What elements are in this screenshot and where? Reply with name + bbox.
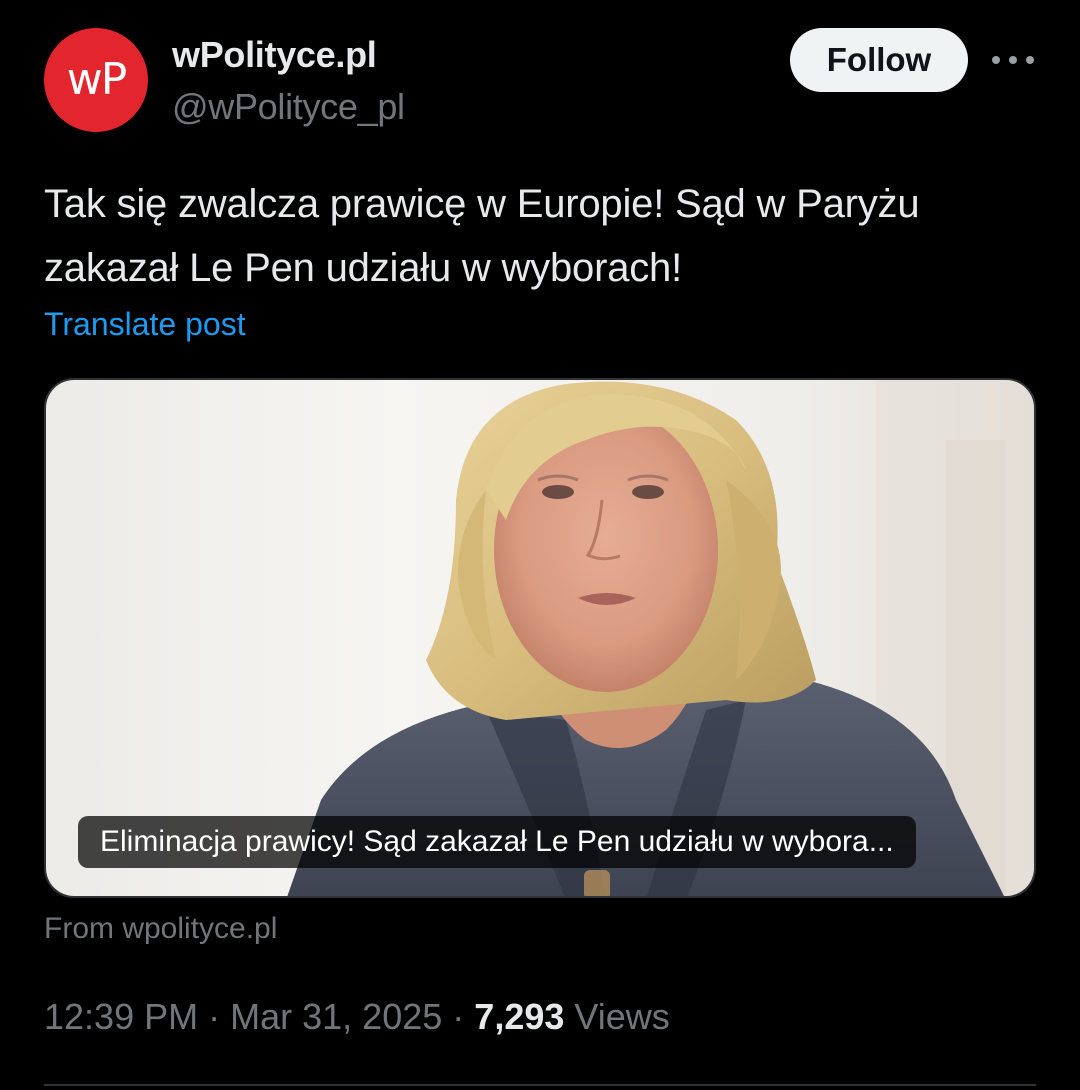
dot	[1009, 56, 1017, 64]
post-time[interactable]: 12:39 PM	[44, 996, 198, 1037]
avatar[interactable]: wP	[44, 28, 148, 132]
author-handle[interactable]: @wPolityce_pl	[172, 86, 405, 128]
post-text: Tak się zwalcza prawicę w Europie! Sąd w…	[44, 182, 920, 290]
follow-button[interactable]: Follow	[790, 28, 968, 92]
post: wP wPolityce.pl @wPolityce_pl Follow Tak…	[0, 0, 1080, 1090]
link-card[interactable]: Eliminacja prawicy! Sąd zakazał Le Pen u…	[44, 378, 1036, 898]
dot	[1026, 56, 1034, 64]
link-card-caption: Eliminacja prawicy! Sąd zakazał Le Pen u…	[78, 816, 916, 868]
link-card-source[interactable]: From wpolityce.pl	[44, 912, 277, 946]
meta-separator: ·	[208, 996, 221, 1037]
views-label: Views	[574, 996, 670, 1037]
avatar-logo-text: wP	[66, 53, 128, 105]
more-horizontal-icon[interactable]	[992, 44, 1034, 76]
dot	[992, 56, 1000, 64]
translate-post-link[interactable]: Translate post	[44, 306, 246, 343]
divider	[44, 1084, 1036, 1086]
views-count: 7,293	[474, 996, 565, 1037]
meta-separator: ·	[452, 996, 465, 1037]
post-date[interactable]: Mar 31, 2025	[230, 996, 442, 1037]
post-meta: 12:39 PM · Mar 31, 2025 · 7,293 Views	[44, 996, 670, 1038]
author-display-name[interactable]: wPolityce.pl	[172, 34, 377, 76]
